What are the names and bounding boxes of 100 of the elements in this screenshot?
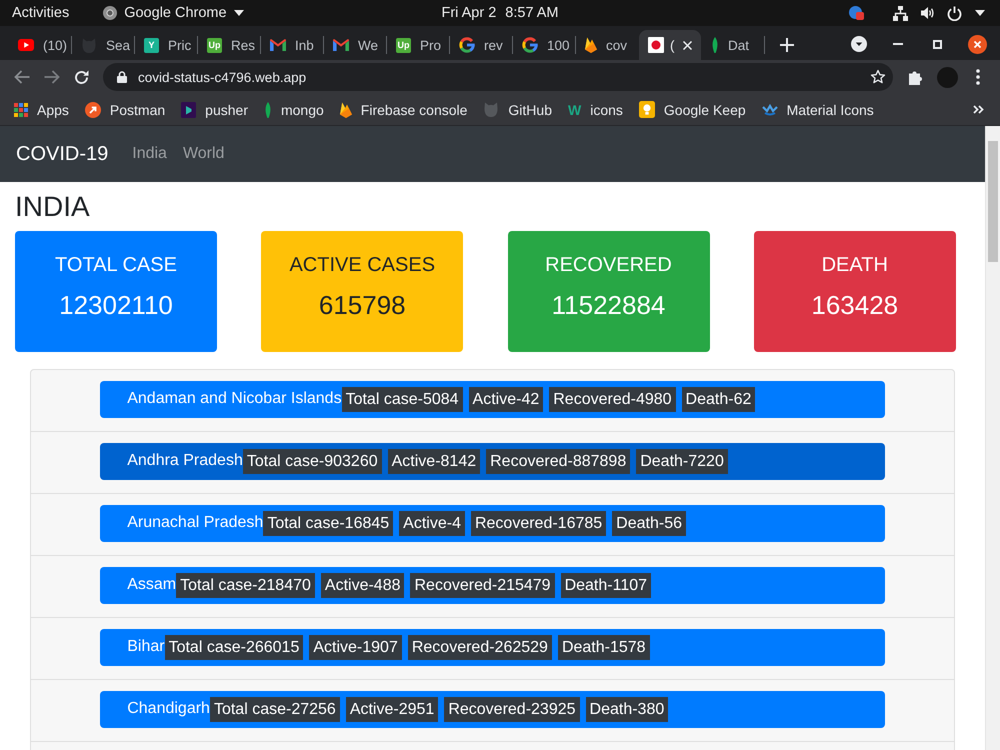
state-button[interactable]: Assam Total case-218470 Active-488 Recovered-215479 Death-1107 [100, 566, 885, 604]
stat-badge: Active-8142 [388, 448, 480, 474]
stat-badge: Death-7220 [636, 448, 728, 474]
double-chevron-icon[interactable] [973, 105, 984, 114]
scrollbar[interactable] [985, 126, 1000, 750]
mail-icon [270, 39, 286, 51]
bookmark-link[interactable]: Postman [84, 102, 166, 118]
close-icon[interactable] [968, 34, 987, 54]
stat-badge: Recovered-4980 [549, 386, 676, 412]
letter-logo: Up [207, 38, 222, 52]
stat-badge: Death-1578 [558, 634, 650, 660]
stat-badge: Total case-27256 [210, 696, 340, 722]
browser-tab[interactable]: Sea [72, 30, 134, 60]
stat-badge: Total case-266015 [164, 634, 304, 660]
card-value: 163428 [811, 290, 898, 320]
browser-tab[interactable]: 100 [513, 30, 575, 60]
stat-badge: Death-56 [612, 510, 686, 536]
state-button[interactable]: Bihar Total case-266015 Active-1907 Recovered-262529 Death-1578 [100, 628, 885, 666]
letter-logo: Y [144, 38, 159, 52]
activities-button[interactable]: Activities [12, 5, 70, 21]
reload-icon[interactable] [74, 70, 89, 84]
browser-tab[interactable]: rev [450, 30, 512, 60]
bookmark-link[interactable]: mongo [264, 102, 324, 118]
bookmark-link[interactable]: Google Keep [638, 101, 746, 118]
bookmark-link[interactable]: pusher [181, 102, 248, 118]
letter-logo: W [568, 102, 582, 118]
bookmark-link[interactable]: Material Icons [762, 102, 874, 118]
browser-tab[interactable]: Up Res [198, 30, 260, 60]
stat-badge: Recovered-16785 [470, 510, 606, 536]
star-icon[interactable] [870, 69, 886, 85]
stat-badge: Death-380 [586, 696, 668, 722]
lock-icon [117, 71, 127, 83]
forward-arrow-icon[interactable] [44, 70, 60, 84]
close-icon[interactable] [683, 40, 692, 50]
volume-icon[interactable] [921, 6, 934, 20]
app-menu[interactable]: Google Chrome [103, 5, 244, 21]
stat-badge: Active-4 [399, 510, 465, 536]
state-button[interactable]: Andaman and Nicobar Islands Total case-5084 Active-42 Recovered-4980 Death-62 [100, 380, 885, 418]
network-icon[interactable] [893, 6, 908, 20]
stat-badge: Recovered-23925 [444, 696, 580, 722]
card-title: RECOVERED [545, 252, 672, 277]
tile-logo-icon [181, 102, 196, 118]
browser-tab[interactable]: Inb [261, 30, 323, 60]
state-button[interactable]: Arunachal Pradesh Total case-16845 Active-4 Recovered-16785 Death-56 [100, 504, 885, 542]
stat-badge: Recovered-262529 [408, 634, 552, 660]
zigzag-icon [762, 104, 778, 116]
plus-icon[interactable] [780, 38, 794, 52]
card-title: DEATH [822, 252, 888, 277]
state-button[interactable]: Chandigarh Total case-27256 Active-2951 Recovered-23925 Death-380 [100, 690, 885, 728]
nav-link[interactable]: India [124, 145, 175, 163]
stat-badge: Total case-903260 [242, 448, 382, 474]
maximize-icon[interactable] [933, 40, 942, 48]
browser-tab[interactable]: (10) [9, 30, 71, 60]
stat-badge: Total case-5084 [342, 386, 463, 412]
stat-badge: Active-488 [320, 572, 404, 598]
browser-tab[interactable]: We [324, 30, 386, 60]
bulb-icon [638, 101, 655, 118]
address-field[interactable]: covid-status-c4796.web.app [103, 63, 893, 91]
caret-icon[interactable] [975, 10, 985, 16]
nav-link[interactable]: World [174, 145, 232, 163]
menu-icon[interactable] [976, 69, 980, 85]
bookmark-link[interactable]: W icons [568, 102, 623, 118]
notification-icon[interactable] [849, 6, 864, 20]
leaf-icon [264, 102, 272, 118]
bookmark-link[interactable]: Firebase console [340, 102, 468, 118]
stat-badge: Active-1907 [309, 634, 402, 660]
flame-icon [340, 102, 352, 118]
browser-tab[interactable]: Dat [702, 30, 764, 60]
card-title: TOTAL CASE [55, 252, 177, 277]
scrollbar-thumb[interactable] [988, 141, 998, 262]
card-value: 12302110 [59, 290, 173, 320]
stat-badge: Death-62 [682, 386, 756, 412]
stat-badge: Total case-16845 [263, 510, 394, 536]
browser-tab[interactable]: Y Pric [135, 30, 197, 60]
cat-icon [483, 102, 500, 117]
puzzle-icon[interactable] [909, 70, 922, 84]
arrow-circle-icon [84, 102, 101, 118]
segmented-ring-icon [522, 37, 538, 53]
brand-link[interactable]: COVID-19 [16, 142, 108, 166]
browser-tab[interactable]: Up Pro [387, 30, 449, 60]
power-icon[interactable] [947, 6, 962, 20]
dropdown-icon[interactable] [851, 36, 867, 52]
back-arrow-icon[interactable] [14, 70, 30, 84]
bookmark-link[interactable]: Apps [14, 102, 69, 118]
bookmark-link[interactable]: GitHub [483, 102, 552, 118]
browser-tab[interactable]: cov [576, 30, 638, 60]
stat-badge: Recovered-215479 [410, 572, 555, 598]
stat-badge: Active-2951 [346, 696, 438, 722]
card-title: ACTIVE CASES [289, 252, 436, 277]
stat-badge: Death-1107 [560, 572, 652, 598]
mail-icon [333, 39, 349, 51]
clock-date[interactable]: Fri Apr 2 [442, 5, 496, 21]
state-button[interactable]: Andhra Pradesh Total case-903260 Active-8142 Recovered-887898 Death-7220 [100, 442, 885, 480]
grid-icon [14, 102, 28, 116]
leaf-icon [711, 37, 719, 53]
dot-square-icon [648, 37, 664, 53]
caret-icon [234, 10, 244, 16]
card-value: 615798 [318, 290, 406, 320]
clock-time[interactable]: 8:57 AM [505, 5, 558, 21]
browser-tab[interactable]: ( [639, 30, 701, 60]
